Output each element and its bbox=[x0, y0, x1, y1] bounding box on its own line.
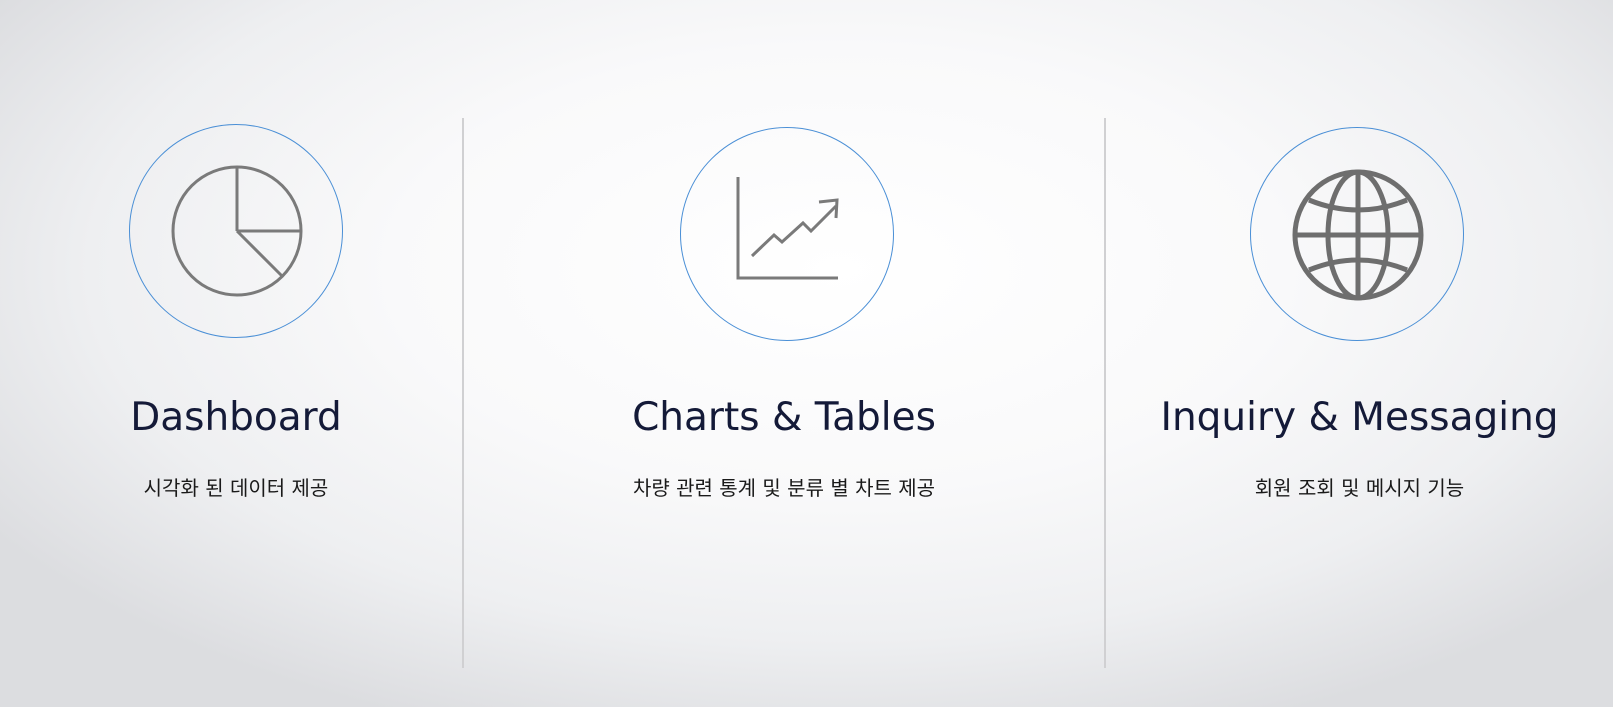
dashboard-icon-circle bbox=[129, 124, 343, 338]
feature-title-dashboard: Dashboard bbox=[130, 395, 342, 440]
feature-title-inquiry-messaging: Inquiry & Messaging bbox=[1160, 395, 1559, 440]
feature-inquiry-messaging: Inquiry & Messaging 회원 조회 및 메시지 기능 bbox=[1106, 0, 1613, 707]
feature-title-charts-tables: Charts & Tables bbox=[632, 395, 936, 440]
line-chart-icon bbox=[736, 177, 839, 280]
feature-dashboard: Dashboard 시각화 된 데이터 제공 bbox=[0, 0, 462, 707]
feature-desc-dashboard: 시각화 된 데이터 제공 bbox=[143, 476, 329, 500]
pie-chart-icon bbox=[171, 165, 303, 297]
globe-icon bbox=[1292, 169, 1424, 301]
feature-desc-charts-tables: 차량 관련 통계 및 분류 별 차트 제공 bbox=[632, 476, 936, 500]
feature-desc-inquiry-messaging: 회원 조회 및 메시지 기능 bbox=[1254, 476, 1465, 500]
charts-icon-circle bbox=[680, 127, 894, 341]
inquiry-icon-circle bbox=[1250, 127, 1464, 341]
feature-charts-tables: Charts & Tables 차량 관련 통계 및 분류 별 차트 제공 bbox=[464, 0, 1104, 707]
